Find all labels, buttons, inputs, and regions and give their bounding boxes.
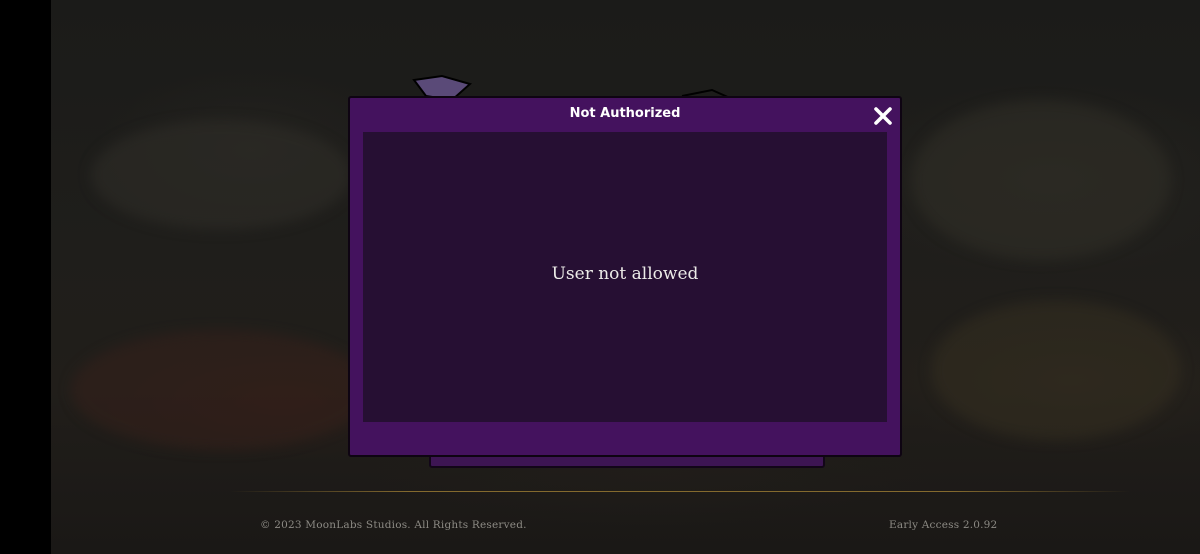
gold-divider [230,491,1130,492]
left-black-bar [0,0,51,554]
background-rock [911,100,1171,260]
copyright-text: © 2023 MoonLabs Studios. All Rights Rese… [260,519,527,531]
dialog-message: User not allowed [551,264,699,284]
not-authorized-dialog: Not Authorized User not allowed [348,96,902,457]
background-rock [71,330,371,450]
game-screen: © 2023 MoonLabs Studios. All Rights Rese… [0,0,1200,554]
dialog-body: User not allowed [363,132,887,422]
background-rock [931,300,1181,440]
version-label: Early Access 2.0.92 [889,519,998,531]
close-icon [874,107,892,125]
dialog-title: Not Authorized [569,106,681,121]
close-button[interactable] [871,104,895,128]
background-rock [91,120,351,230]
